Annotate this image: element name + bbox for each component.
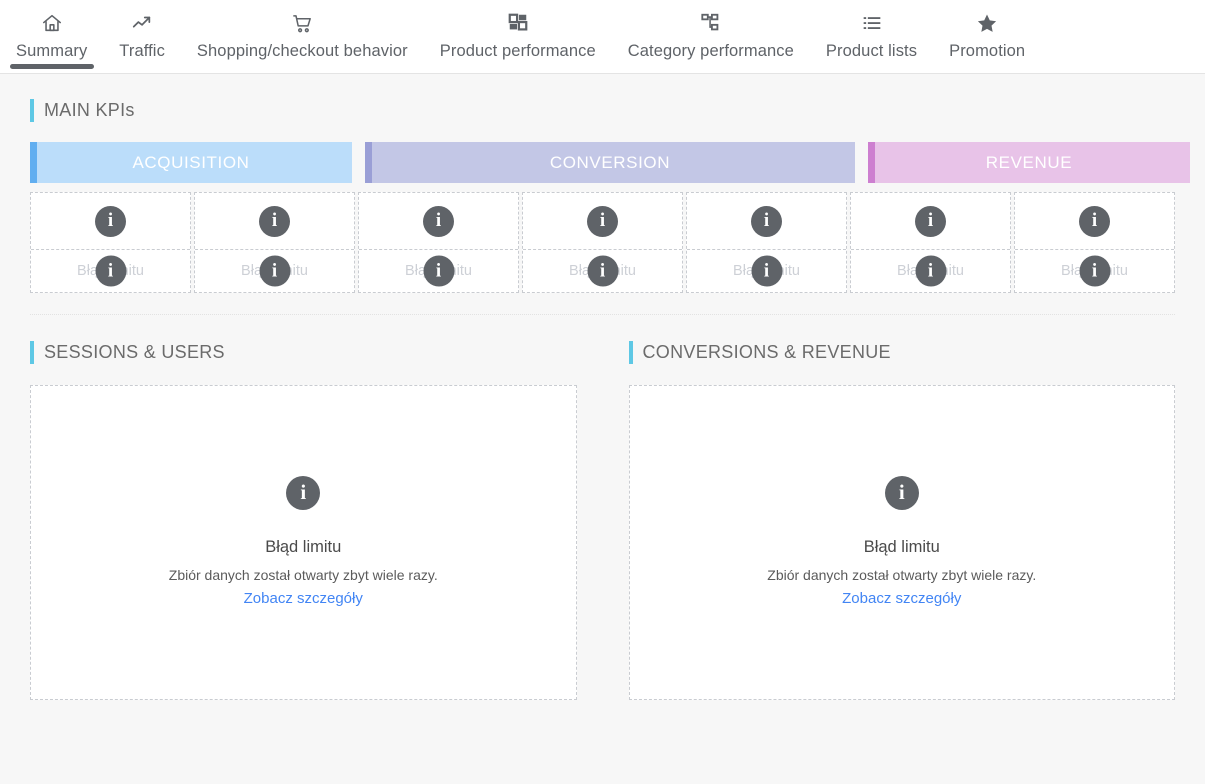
info-icon[interactable]: i bbox=[587, 205, 618, 237]
kpi-card[interactable]: i Błąd limitu i bbox=[194, 192, 355, 293]
error-description: Zbiór danych został otwarty zbyt wiele r… bbox=[168, 567, 438, 583]
shopping-cart-icon bbox=[291, 10, 314, 36]
info-icon[interactable]: i bbox=[259, 255, 290, 287]
section-accent-bar bbox=[628, 340, 633, 364]
banner-label: CONVERSION bbox=[549, 152, 671, 172]
home-icon bbox=[41, 10, 63, 36]
kpi-card-value-area: i bbox=[359, 193, 518, 250]
nav-tab-label: Promotion bbox=[949, 42, 1026, 60]
nav-tab-promotion[interactable]: Promotion bbox=[933, 0, 1041, 74]
sessions-users-section: SESSIONS & USERS i Błąd limitu Zbiór dan… bbox=[30, 316, 577, 700]
kpi-card-error-area: Błąd limitu i bbox=[523, 250, 682, 292]
kpi-card[interactable]: i Błąd limitu i bbox=[522, 192, 683, 293]
sessions-users-chart-card: i Błąd limitu Zbiór danych został otwart… bbox=[30, 385, 577, 700]
info-icon[interactable]: i bbox=[1079, 255, 1110, 287]
kpi-card-error-area: Błąd limitu i bbox=[31, 250, 190, 292]
section-title: SESSIONS & USERS bbox=[44, 341, 225, 362]
kpi-card-value-area: i bbox=[1015, 193, 1174, 250]
banner-label: REVENUE bbox=[985, 152, 1073, 172]
info-icon[interactable]: i bbox=[423, 255, 454, 287]
kpi-banner-row: ACQUISITION CONVERSION REVENUE bbox=[30, 142, 1190, 183]
error-title: Błąd limitu bbox=[863, 538, 940, 556]
nav-tab-label: Product performance bbox=[439, 42, 596, 60]
section-title: CONVERSIONS & REVENUE bbox=[642, 341, 891, 362]
nav-tab-label: Category performance bbox=[627, 42, 794, 60]
info-icon[interactable]: i bbox=[915, 255, 946, 287]
section-accent-bar bbox=[30, 340, 34, 364]
main-navigation-bar: Summary Traffic Shopping/checkout behavi… bbox=[0, 0, 1205, 74]
kpi-card-value-area: i bbox=[195, 193, 354, 250]
kpi-card[interactable]: i Błąd limitu i bbox=[358, 192, 519, 293]
banner-accent-bar bbox=[868, 142, 875, 183]
nav-tab-category-performance[interactable]: Category performance bbox=[612, 0, 810, 74]
star-icon bbox=[975, 10, 999, 36]
info-icon[interactable]: i bbox=[259, 205, 290, 237]
error-description: Zbiór danych został otwarty zbyt wiele r… bbox=[767, 567, 1037, 583]
kpi-banner-acquisition: ACQUISITION bbox=[30, 142, 352, 183]
kpi-card[interactable]: i Błąd limitu i bbox=[686, 192, 847, 293]
info-icon[interactable]: i bbox=[1079, 205, 1110, 237]
info-icon[interactable]: i bbox=[423, 205, 454, 237]
info-icon[interactable]: i bbox=[884, 476, 919, 510]
banner-label: ACQUISITION bbox=[132, 152, 250, 172]
info-icon[interactable]: i bbox=[95, 255, 126, 287]
info-icon[interactable]: i bbox=[751, 205, 782, 237]
info-icon[interactable]: i bbox=[587, 255, 618, 287]
nav-tab-product-lists[interactable]: Product lists bbox=[810, 0, 933, 74]
kpi-card-value-area: i bbox=[523, 193, 682, 250]
kpi-card-error-area: Błąd limitu i bbox=[195, 250, 354, 292]
conversions-revenue-section-header: CONVERSIONS & REVENUE bbox=[628, 338, 1176, 366]
kpi-card-error-area: Błąd limitu i bbox=[687, 250, 846, 292]
kpi-banner-revenue: REVENUE bbox=[868, 142, 1190, 183]
active-tab-indicator bbox=[9, 64, 94, 69]
see-details-link[interactable]: Zobacz szczegóły bbox=[842, 590, 961, 607]
banner-accent-bar bbox=[365, 142, 372, 183]
kpi-card-error-area: Błąd limitu i bbox=[851, 250, 1010, 292]
kpi-card-error-area: Błąd limitu i bbox=[359, 250, 518, 292]
info-icon[interactable]: i bbox=[286, 476, 321, 510]
info-icon[interactable]: i bbox=[95, 205, 126, 237]
nav-tab-summary[interactable]: Summary bbox=[0, 0, 103, 74]
kpi-banner-conversion: CONVERSION bbox=[365, 142, 855, 183]
dashboard-content: MAIN KPIs ACQUISITION CONVERSION REVENUE… bbox=[0, 96, 1205, 700]
kpi-card-row: i Błąd limitu i i Błąd limitu i i Błąd l… bbox=[30, 192, 1175, 293]
nav-tab-label: Summary bbox=[16, 42, 88, 60]
sessions-users-section-header: SESSIONS & USERS bbox=[30, 338, 577, 366]
grid-dashboard-icon bbox=[507, 10, 529, 36]
trend-up-icon bbox=[130, 10, 154, 36]
conversions-revenue-section: CONVERSIONS & REVENUE i Błąd limitu Zbió… bbox=[628, 316, 1176, 700]
lower-sections: SESSIONS & USERS i Błąd limitu Zbiór dan… bbox=[30, 316, 1175, 700]
kpi-card[interactable]: i Błąd limitu i bbox=[1014, 192, 1175, 293]
kpi-card[interactable]: i Błąd limitu i bbox=[30, 192, 191, 293]
list-icon bbox=[861, 10, 883, 36]
hierarchy-icon bbox=[700, 10, 722, 36]
kpi-card-error-area: Błąd limitu i bbox=[1015, 250, 1174, 292]
nav-tab-shopping-checkout-behavior[interactable]: Shopping/checkout behavior bbox=[181, 0, 424, 74]
nav-tab-label: Product lists bbox=[825, 42, 918, 60]
info-icon[interactable]: i bbox=[915, 205, 946, 237]
section-accent-bar bbox=[30, 98, 34, 122]
nav-tab-label: Shopping/checkout behavior bbox=[196, 42, 408, 60]
info-icon[interactable]: i bbox=[751, 255, 782, 287]
see-details-link[interactable]: Zobacz szczegóły bbox=[244, 590, 363, 607]
nav-tab-label: Traffic bbox=[119, 42, 165, 60]
error-title: Błąd limitu bbox=[265, 538, 342, 556]
kpi-card-value-area: i bbox=[687, 193, 846, 250]
section-title: MAIN KPIs bbox=[44, 99, 135, 120]
kpi-card[interactable]: i Błąd limitu i bbox=[850, 192, 1011, 293]
main-kpis-section-header: MAIN KPIs bbox=[30, 96, 1175, 124]
kpi-card-value-area: i bbox=[851, 193, 1010, 250]
conversions-revenue-chart-card: i Błąd limitu Zbiór danych został otwart… bbox=[628, 385, 1175, 700]
kpi-card-value-area: i bbox=[31, 193, 190, 250]
nav-tab-traffic[interactable]: Traffic bbox=[103, 0, 181, 74]
nav-tab-product-performance[interactable]: Product performance bbox=[424, 0, 612, 74]
banner-accent-bar bbox=[30, 142, 37, 183]
